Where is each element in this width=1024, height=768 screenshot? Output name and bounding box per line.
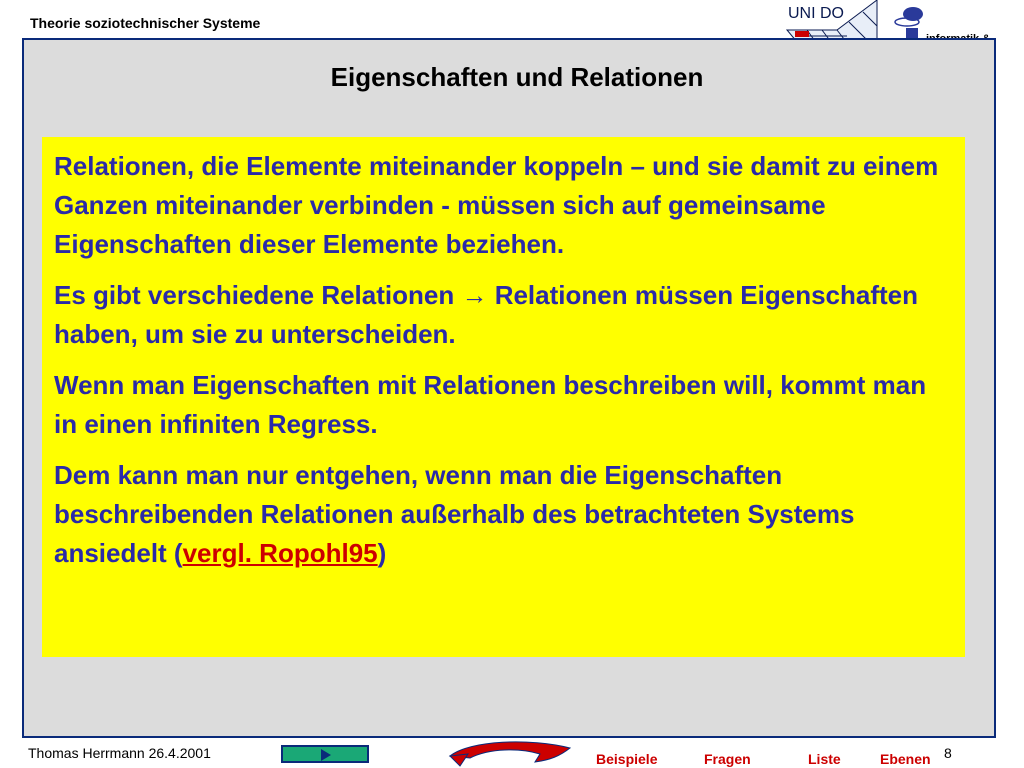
content-box: Relationen, die Elemente miteinander kop…	[42, 137, 965, 657]
footer-author-date: Thomas Herrmann 26.4.2001	[28, 745, 211, 761]
paragraph-3: Wenn man Eigenschaften mit Relationen be…	[54, 370, 927, 439]
paragraph-4-end: )	[377, 538, 387, 568]
slide-title: Eigenschaften und Relationen	[330, 62, 704, 92]
nav-fragen-link[interactable]: Fragen	[704, 751, 751, 767]
course-title: Theorie soziotechnischer Systeme	[30, 15, 261, 31]
uni-do-logo-text: UNI DO	[788, 5, 844, 22]
nav-ebenen-link[interactable]: Ebenen	[880, 751, 931, 767]
next-slide-button[interactable]	[281, 745, 369, 763]
paragraph-1: Relationen, die Elemente miteinander kop…	[54, 151, 939, 259]
paragraph-4: Dem kann man nur entgehen, wenn man die …	[54, 456, 953, 573]
play-arrow-icon	[321, 749, 331, 761]
page-number: 8	[944, 745, 952, 761]
paragraph-2: Es gibt verschiedene Relationen → Relati…	[54, 276, 953, 354]
ropohl-reference-link[interactable]: vergl. Ropohl95	[183, 538, 378, 568]
nav-beispiele-link[interactable]: Beispiele	[596, 751, 657, 767]
return-swirl-icon[interactable]	[440, 738, 580, 768]
paragraph-4-start: Dem kann man nur entgehen, wenn man die …	[54, 460, 855, 568]
nav-liste-link[interactable]: Liste	[808, 751, 841, 767]
arrow-right-icon: →	[461, 280, 488, 310]
paragraph-2-start: Es gibt verschiedene Relationen	[54, 280, 462, 310]
